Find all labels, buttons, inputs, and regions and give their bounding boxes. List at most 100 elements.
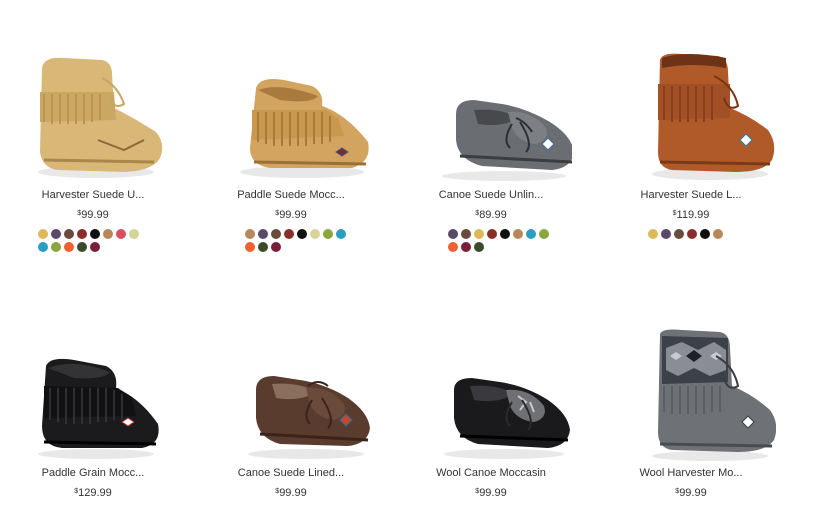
color-swatch[interactable] (448, 229, 458, 239)
product-name[interactable]: Wool Harvester Mo... (592, 466, 790, 480)
color-swatch[interactable] (51, 242, 61, 252)
color-swatch[interactable] (258, 242, 268, 252)
product-price: $129.99 (0, 485, 190, 501)
product-price: $99.99 (192, 207, 390, 223)
tan-fringe-ankle-boot-image (38, 57, 163, 178)
currency-symbol: $ (275, 488, 280, 495)
product-image[interactable] (220, 48, 370, 188)
color-swatch[interactable] (38, 229, 48, 239)
product-card[interactable]: Harvester Suede U... $99.99 (0, 48, 190, 252)
currency-symbol: $ (675, 488, 680, 495)
product-image[interactable] (626, 326, 776, 466)
currency-symbol: $ (475, 488, 480, 495)
color-swatch[interactable] (500, 229, 510, 239)
black-wool-moccasin-image (444, 378, 570, 459)
color-swatch[interactable] (77, 242, 87, 252)
price-value: 89.99 (479, 209, 507, 221)
product-name[interactable]: Paddle Suede Mocc... (192, 188, 390, 202)
product-name[interactable]: Harvester Suede U... (0, 188, 190, 202)
product-price: $89.99 (392, 207, 590, 223)
color-swatches (245, 229, 349, 252)
product-price: $99.99 (0, 207, 190, 223)
product-price: $99.99 (592, 485, 790, 501)
product-name[interactable]: Paddle Grain Mocc... (0, 466, 190, 480)
brown-lined-moccasin-image (248, 376, 370, 459)
product-name[interactable]: Canoe Suede Lined... (192, 466, 390, 480)
price-value: 99.99 (679, 487, 707, 499)
grey-suede-moccasin-image (442, 100, 572, 181)
color-swatch[interactable] (648, 229, 658, 239)
color-swatch[interactable] (700, 229, 710, 239)
product-card[interactable]: Paddle Suede Mocc... $99.99 (200, 48, 390, 252)
grey-wool-ankle-boot-image (652, 329, 776, 461)
color-swatch[interactable] (539, 229, 549, 239)
product-name[interactable]: Canoe Suede Unlin... (392, 188, 590, 202)
price-value: 99.99 (279, 487, 307, 499)
currency-symbol: $ (672, 210, 677, 217)
color-swatch[interactable] (284, 229, 294, 239)
product-card[interactable]: Harvester Suede L... $119.99 (600, 48, 790, 239)
color-swatches (38, 229, 142, 252)
color-swatch[interactable] (64, 229, 74, 239)
color-swatch[interactable] (461, 242, 471, 252)
product-card[interactable]: Canoe Suede Lined... $99.99 (200, 326, 390, 501)
product-image[interactable] (14, 48, 164, 188)
color-swatch[interactable] (77, 229, 87, 239)
color-swatch[interactable] (245, 242, 255, 252)
product-image[interactable] (422, 48, 572, 188)
color-swatch[interactable] (129, 229, 139, 239)
color-swatch[interactable] (513, 229, 523, 239)
color-swatch[interactable] (258, 229, 268, 239)
price-value: 119.99 (676, 209, 710, 221)
color-swatch[interactable] (713, 229, 723, 239)
color-swatch[interactable] (51, 229, 61, 239)
black-fringe-moccasin-boot-image (38, 358, 159, 459)
currency-symbol: $ (77, 210, 82, 217)
color-swatch[interactable] (103, 229, 113, 239)
tan-fringe-moccasin-boot-image (240, 79, 369, 178)
product-image[interactable] (222, 326, 372, 466)
color-swatch[interactable] (116, 229, 126, 239)
color-swatch[interactable] (336, 229, 346, 239)
product-image[interactable] (422, 326, 572, 466)
color-swatch[interactable] (64, 242, 74, 252)
color-swatch[interactable] (271, 229, 281, 239)
color-swatches (448, 229, 552, 252)
color-swatch[interactable] (297, 229, 307, 239)
color-swatch[interactable] (245, 229, 255, 239)
product-price: $119.99 (592, 207, 790, 223)
color-swatch[interactable] (526, 229, 536, 239)
color-swatch[interactable] (448, 242, 458, 252)
currency-symbol: $ (475, 210, 480, 217)
product-price: $99.99 (192, 485, 390, 501)
color-swatch[interactable] (474, 229, 484, 239)
color-swatch[interactable] (687, 229, 697, 239)
product-name[interactable]: Harvester Suede L... (592, 188, 790, 202)
color-swatch[interactable] (661, 229, 671, 239)
product-card[interactable]: Wool Harvester Mo... $99.99 (600, 326, 790, 501)
color-swatch[interactable] (474, 242, 484, 252)
color-swatch[interactable] (461, 229, 471, 239)
color-swatch[interactable] (90, 229, 100, 239)
color-swatch[interactable] (271, 242, 281, 252)
color-swatch[interactable] (310, 229, 320, 239)
product-image[interactable] (626, 48, 776, 188)
price-value: 99.99 (479, 487, 507, 499)
product-price: $99.99 (392, 485, 590, 501)
price-value: 99.99 (81, 209, 109, 221)
color-swatch[interactable] (90, 242, 100, 252)
color-swatches (648, 229, 752, 239)
currency-symbol: $ (74, 488, 79, 495)
product-image[interactable] (14, 326, 164, 466)
product-card[interactable]: Canoe Suede Unlin... $89.99 (400, 48, 590, 252)
color-swatch[interactable] (323, 229, 333, 239)
product-name[interactable]: Wool Canoe Moccasin (392, 466, 590, 480)
price-value: 129.99 (78, 487, 112, 499)
product-card[interactable]: Wool Canoe Moccasin $99.99 (400, 326, 590, 501)
color-swatch[interactable] (38, 242, 48, 252)
color-swatch[interactable] (674, 229, 684, 239)
price-value: 99.99 (279, 209, 307, 221)
rust-lined-ankle-boot-image (652, 53, 775, 180)
color-swatch[interactable] (487, 229, 497, 239)
product-card[interactable]: Paddle Grain Mocc... $129.99 (0, 326, 190, 501)
